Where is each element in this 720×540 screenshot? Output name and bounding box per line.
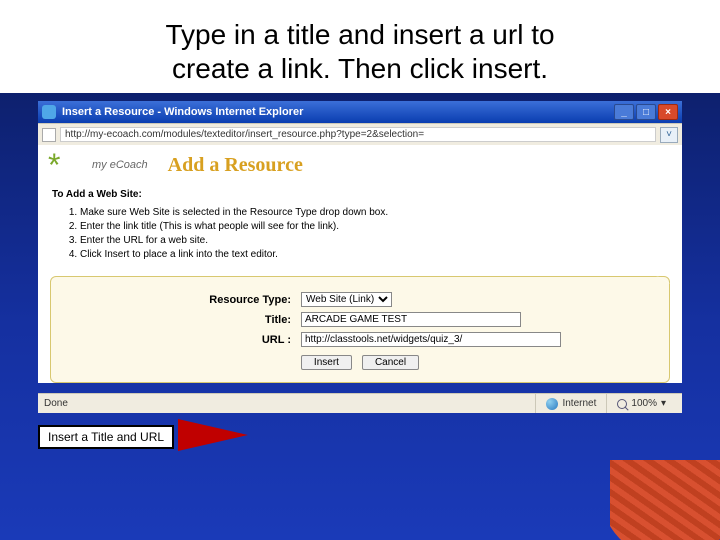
address-go-button[interactable]: ˅ bbox=[660, 127, 678, 143]
page-content: my eCoach Add a Resource To Add a Web Si… bbox=[38, 145, 682, 383]
browser-window: Insert a Resource - Windows Internet Exp… bbox=[38, 101, 682, 413]
address-bar: http://my-ecoach.com/modules/texteditor/… bbox=[38, 123, 682, 145]
status-done: Done bbox=[44, 398, 68, 409]
status-zone: Internet bbox=[535, 394, 606, 413]
url-label: URL : bbox=[51, 334, 301, 346]
resource-form: Resource Type: Web Site (Link) Title: UR… bbox=[50, 276, 670, 383]
window-titlebar[interactable]: Insert a Resource - Windows Internet Exp… bbox=[38, 101, 682, 123]
callout-text: Insert a Title and URL bbox=[38, 425, 174, 449]
zoom-icon bbox=[617, 399, 627, 409]
minimize-button[interactable]: _ bbox=[614, 104, 634, 120]
page-header: my eCoach Add a Resource bbox=[38, 145, 682, 185]
instruction-step: Click Insert to place a link into the te… bbox=[80, 248, 668, 262]
status-bar: Done Internet 100% ▾ bbox=[38, 393, 682, 413]
slide-title: Type in a title and insert a url to crea… bbox=[0, 0, 720, 93]
url-input[interactable] bbox=[301, 332, 561, 347]
insert-button[interactable]: Insert bbox=[301, 355, 352, 370]
instruction-step: Enter the URL for a web site. bbox=[80, 234, 668, 248]
close-button[interactable]: × bbox=[658, 104, 678, 120]
ie-icon bbox=[42, 105, 56, 119]
logo-text: my eCoach bbox=[92, 159, 148, 171]
page-heading: Add a Resource bbox=[168, 154, 303, 177]
cancel-button[interactable]: Cancel bbox=[362, 355, 419, 370]
resource-type-select[interactable]: Web Site (Link) bbox=[301, 292, 392, 307]
title-label: Title: bbox=[51, 314, 301, 326]
instructions: To Add a Web Site: Make sure Web Site is… bbox=[38, 185, 682, 272]
title-input[interactable] bbox=[301, 312, 521, 327]
decorative-corner bbox=[610, 460, 720, 540]
page-icon bbox=[42, 128, 56, 142]
maximize-button[interactable]: □ bbox=[636, 104, 656, 120]
globe-icon bbox=[546, 398, 558, 410]
window-title: Insert a Resource - Windows Internet Exp… bbox=[62, 106, 303, 118]
arrow-icon bbox=[178, 419, 248, 451]
status-zoom[interactable]: 100% ▾ bbox=[606, 394, 676, 413]
instructions-subhead: To Add a Web Site: bbox=[52, 189, 668, 200]
annotation-callout: Insert a Title and URL bbox=[38, 425, 174, 449]
resource-type-label: Resource Type: bbox=[51, 294, 301, 306]
address-url[interactable]: http://my-ecoach.com/modules/texteditor/… bbox=[60, 127, 656, 142]
ecoach-logo-icon bbox=[48, 151, 84, 179]
